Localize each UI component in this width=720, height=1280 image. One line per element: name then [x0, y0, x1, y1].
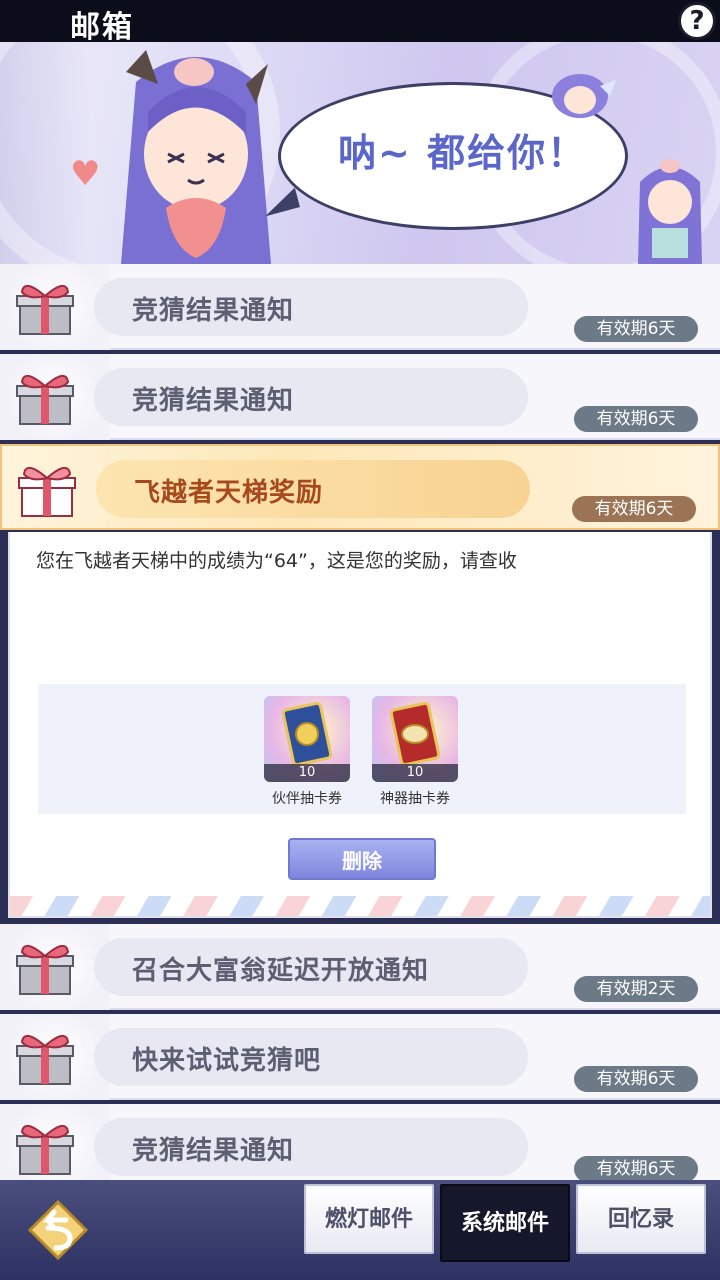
reward-list: 10 伙伴抽卡券 10 神器抽卡券 — [38, 684, 686, 814]
delete-button[interactable]: 删除 — [288, 838, 436, 880]
mascot-girl-illustration — [121, 50, 271, 264]
artifact-ticket-icon: 10 — [372, 696, 458, 782]
mail-item[interactable]: 竞猜结果通知 有效期6天 — [0, 354, 720, 440]
top-bar: 邮箱 ? — [0, 0, 720, 45]
gift-icon — [16, 945, 74, 995]
expire-badge: 有效期6天 — [574, 1156, 698, 1182]
partner-ticket-icon: 10 — [264, 696, 350, 782]
help-button[interactable]: ? — [678, 2, 716, 40]
mail-subject: 竞猜结果通知 — [132, 386, 295, 416]
mail-item[interactable]: 竞猜结果通知 有效期6天 — [0, 1104, 720, 1190]
flying-chibi-illustration — [552, 74, 616, 118]
mail-item-selected[interactable]: 飞越者天梯奖励 有效期6天 — [0, 444, 720, 530]
mail-content-text: 您在飞越者天梯中的成绩为“64”，这是您的奖励，请查收 — [36, 550, 517, 572]
tab-system-mail[interactable]: 系统邮件 — [440, 1184, 570, 1262]
back-arrow-icon[interactable] — [26, 1198, 90, 1262]
reward-count: 10 — [264, 764, 350, 782]
mail-subject: 快来试试竞猜吧 — [132, 1046, 322, 1076]
tab-lamp-mail[interactable]: 燃灯邮件 — [304, 1184, 434, 1254]
gift-open-icon — [18, 467, 76, 517]
page-title: 邮箱 — [70, 10, 134, 45]
mail-item[interactable]: 快来试试竞猜吧 有效期6天 — [0, 1014, 720, 1100]
mailbox-banner: ♥ 呐~ 都给你！ — [0, 42, 720, 264]
gift-icon — [16, 1035, 74, 1085]
gift-icon — [16, 285, 74, 335]
standing-chibi-illustration — [638, 159, 702, 264]
mail-subject: 竞猜结果通知 — [132, 296, 295, 326]
reward-item[interactable]: 10 伙伴抽卡券 — [264, 696, 350, 808]
mail-item[interactable]: 竞猜结果通知 有效期6天 — [0, 264, 720, 350]
expire-badge: 有效期6天 — [574, 316, 698, 342]
reward-count: 10 — [372, 764, 458, 782]
mail-subject: 竞猜结果通知 — [132, 1136, 295, 1166]
mail-subject: 召合大富翁延迟开放通知 — [132, 956, 430, 986]
gift-icon — [16, 375, 74, 425]
gift-icon — [16, 1125, 74, 1175]
airmail-border — [10, 896, 710, 916]
mail-item[interactable]: 召合大富翁延迟开放通知 有效期2天 — [0, 924, 720, 1010]
expire-badge: 有效期6天 — [572, 496, 696, 522]
expire-badge: 有效期6天 — [574, 406, 698, 432]
mail-detail-panel: 您在飞越者天梯中的成绩为“64”，这是您的奖励，请查收 10 伙伴抽卡券 10 … — [8, 532, 712, 918]
mail-subject: 飞越者天梯奖励 — [134, 478, 324, 508]
heart-icon: ♥ — [70, 154, 101, 194]
expire-badge: 有效期2天 — [574, 976, 698, 1002]
reward-name: 伙伴抽卡券 — [272, 791, 342, 807]
reward-item[interactable]: 10 神器抽卡券 — [372, 696, 458, 808]
tab-memoir[interactable]: 回忆录 — [576, 1184, 706, 1254]
reward-name: 神器抽卡券 — [380, 791, 450, 807]
expire-badge: 有效期6天 — [574, 1066, 698, 1092]
bottom-bar: 燃灯邮件 系统邮件 回忆录 — [0, 1180, 720, 1280]
